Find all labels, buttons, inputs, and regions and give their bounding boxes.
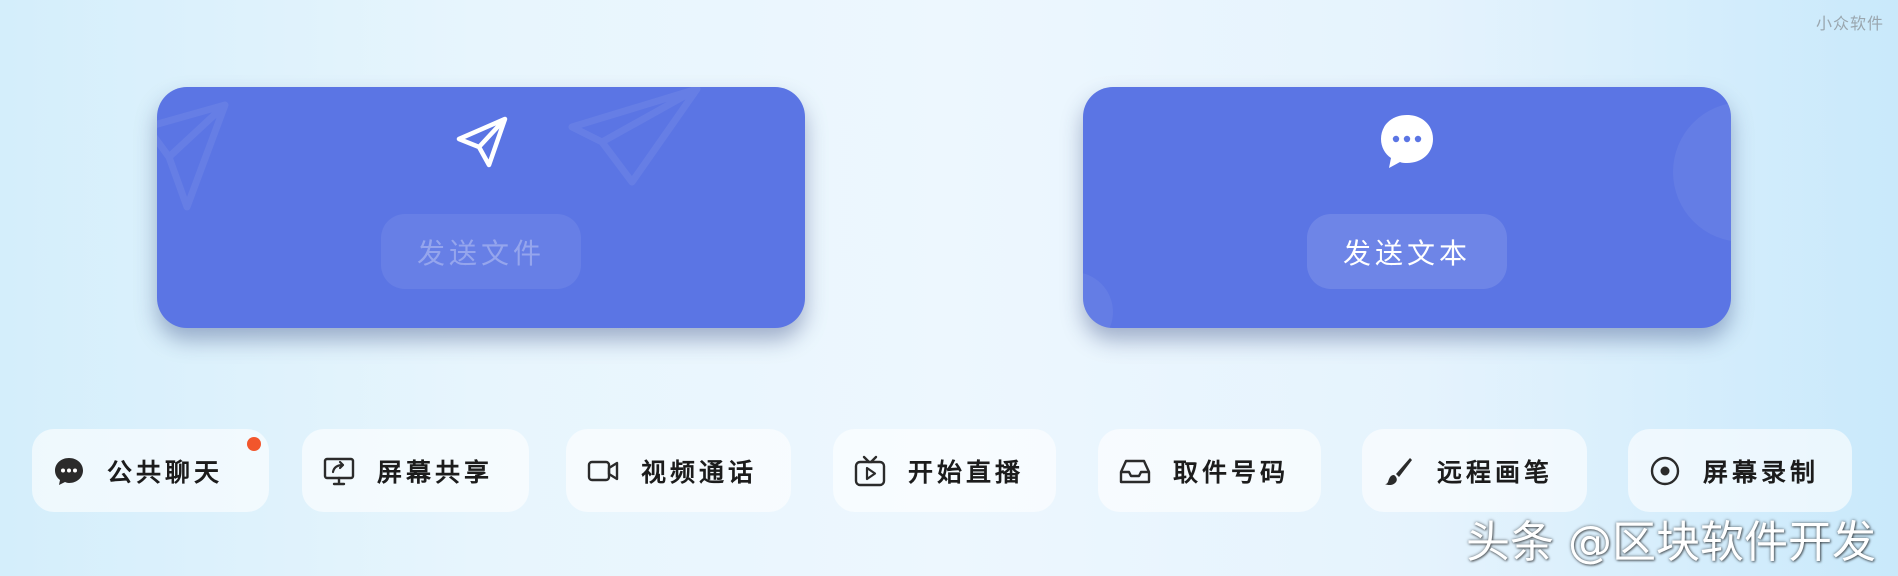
start-live-button[interactable]: 开始直播 <box>833 429 1056 512</box>
tv-play-icon <box>854 455 886 486</box>
remote-brush-label: 远程画笔 <box>1437 457 1554 487</box>
screen-share-button[interactable]: 屏幕共享 <box>302 429 529 512</box>
watermark-top: 小众软件 <box>1815 14 1884 33</box>
send-text-button[interactable]: 发送文本 <box>1306 214 1508 289</box>
video-camera-icon <box>587 460 619 481</box>
start-live-label: 开始直播 <box>908 457 1025 487</box>
video-call-button[interactable]: 视频通话 <box>566 429 791 512</box>
remote-brush-button[interactable]: 远程画笔 <box>1362 429 1587 512</box>
inbox-tray-icon <box>1119 459 1151 483</box>
send-file-button[interactable]: 发送文件 <box>380 214 582 289</box>
public-chat-button[interactable]: 公共聊天 <box>32 429 269 512</box>
screen-record-label: 屏幕录制 <box>1703 457 1820 487</box>
brush-icon <box>1385 457 1412 485</box>
watermark-bottom: 头条 @区块软件开发 <box>1466 517 1876 568</box>
screen-record-button[interactable]: 屏幕录制 <box>1628 429 1852 512</box>
pickup-code-button[interactable]: 取件号码 <box>1098 429 1321 512</box>
video-call-label: 视频通话 <box>641 457 758 487</box>
public-chat-label: 公共聊天 <box>107 457 224 487</box>
notification-badge <box>247 437 261 451</box>
record-icon <box>1650 456 1680 485</box>
chat-bubble-icon <box>1381 115 1433 168</box>
pickup-code-label: 取件号码 <box>1173 457 1290 487</box>
send-file-card[interactable]: 发送文件 <box>157 87 805 328</box>
chat-bubble-icon <box>55 457 83 485</box>
screen-share-icon <box>323 457 355 485</box>
screen-share-label: 屏幕共享 <box>377 457 494 487</box>
paper-plane-icon <box>456 116 508 168</box>
send-text-card[interactable]: 发送文本 <box>1083 87 1731 328</box>
